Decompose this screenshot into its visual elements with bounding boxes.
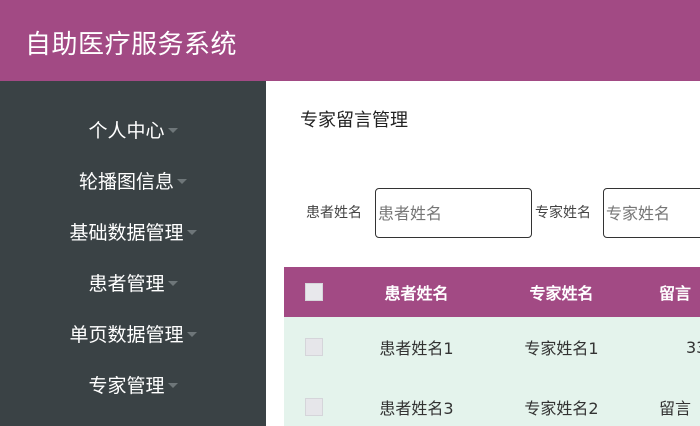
chevron-down-icon (167, 383, 178, 388)
sidebar-item-label: 轮播图信息 (78, 171, 174, 193)
cell-message: 33 (686, 337, 700, 357)
column-header-expert[interactable]: 专家姓名 (489, 267, 634, 317)
patient-name-label: 患者姓名 (306, 205, 362, 221)
cell-expert: 专家姓名2 (524, 399, 599, 418)
cell-patient: 患者姓名3 (379, 399, 454, 418)
table-row[interactable]: 患者姓名1 专家姓名1 33 (284, 317, 700, 377)
sidebar-item-label: 专家管理 (88, 375, 165, 397)
expert-name-input[interactable] (603, 188, 700, 238)
row-select-cell (284, 377, 344, 426)
row-checkbox[interactable] (305, 398, 323, 416)
sidebar-item-carousel[interactable]: 轮播图信息 (0, 155, 266, 206)
sidebar-item-single-page[interactable]: 单页数据管理 (0, 308, 266, 359)
column-header-message[interactable]: 留言 (634, 267, 700, 317)
table-row[interactable]: 患者姓名3 专家姓名2 留言 (284, 377, 700, 426)
app-title: 自助医疗服务系统 (25, 30, 238, 60)
app-header: 自助医疗服务系统 (0, 0, 700, 81)
sidebar-item-label: 个人中心 (88, 120, 165, 142)
sidebar-item-patients[interactable]: 患者管理 (0, 257, 266, 308)
select-all-checkbox[interactable] (305, 283, 323, 301)
chevron-down-icon (186, 332, 197, 337)
chevron-down-icon (167, 281, 178, 286)
cell-patient: 患者姓名1 (379, 339, 454, 358)
chevron-down-icon (177, 179, 187, 184)
column-header-patient[interactable]: 患者姓名 (344, 267, 489, 317)
row-checkbox[interactable] (305, 338, 323, 356)
sidebar-item-experts[interactable]: 专家管理 (0, 359, 266, 410)
sidebar-item-basic-data[interactable]: 基础数据管理 (0, 206, 266, 257)
row-select-cell (284, 317, 344, 377)
messages-table: 患者姓名 专家姓名 留言 患者姓名1 专家姓名1 33 患者姓名3 专家姓名2 … (284, 267, 700, 426)
sidebar-item-personal-center[interactable]: 个人中心 (0, 104, 266, 155)
cell-message: 留言 (659, 399, 692, 418)
sidebar-item-label: 患者管理 (88, 273, 165, 295)
select-all-cell (284, 267, 344, 317)
sidebar-item-label: 单页数据管理 (69, 324, 184, 346)
expert-name-label: 专家姓名 (535, 205, 591, 221)
chevron-down-icon (167, 128, 178, 133)
cell-expert: 专家姓名1 (524, 339, 599, 358)
sidebar-item-label: 基础数据管理 (69, 222, 184, 244)
page-title: 专家留言管理 (300, 110, 408, 131)
patient-name-input[interactable] (375, 188, 532, 238)
chevron-down-icon (186, 230, 197, 235)
table-header: 患者姓名 专家姓名 留言 (284, 267, 700, 317)
main-content: 专家留言管理 患者姓名 专家姓名 患者姓名 专家姓名 留言 患者姓名1 专家姓名… (266, 81, 700, 426)
sidebar: 个人中心 轮播图信息 基础数据管理 患者管理 单页数据管理 专家管理 (0, 81, 266, 426)
